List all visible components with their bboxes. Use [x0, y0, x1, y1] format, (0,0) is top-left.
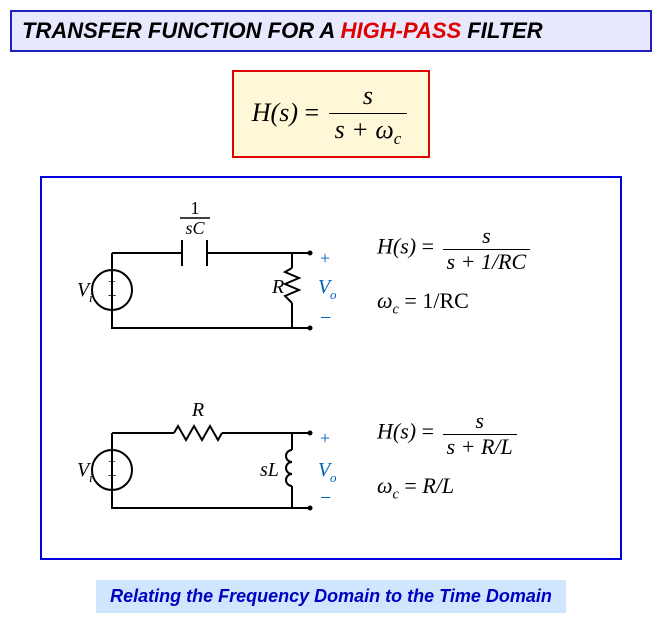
circuit-rl-math: H(s) = s s + R/L ωc = R/L	[377, 409, 520, 517]
rl-wc-eq: =	[399, 473, 422, 498]
rl-tf-lhs: H(s)	[377, 419, 416, 444]
svg-text:+: +	[320, 248, 330, 268]
formula-frac: s s + ωc	[329, 82, 408, 148]
rl-tf-num: s	[443, 409, 517, 434]
rc-wc-rhs: 1/RC	[422, 288, 468, 313]
title-pre: TRANSFER FUNCTION FOR A	[22, 18, 341, 43]
svg-text:1: 1	[191, 198, 200, 218]
svg-text:o: o	[330, 470, 337, 485]
rc-wc-omega: ω	[377, 288, 393, 313]
title-highlight: HIGH-PASS	[341, 18, 462, 43]
svg-text:i: i	[89, 290, 93, 305]
rl-tf-den: s + R/L	[443, 435, 517, 459]
svg-text:sL: sL	[260, 459, 279, 481]
page-title: TRANSFER FUNCTION FOR A HIGH-PASS FILTER	[22, 18, 543, 43]
rc-tf-num: s	[443, 224, 531, 249]
title-post: FILTER	[461, 18, 542, 43]
rl-tf-eq: =	[416, 419, 439, 444]
svg-text:+: +	[320, 428, 330, 448]
circuit-rc-wc: ωc = 1/RC	[377, 288, 533, 318]
rl-wc-omega: ω	[377, 473, 393, 498]
formula-row: H(s) = s s + ωc	[10, 70, 652, 176]
transfer-function-formula: H(s) = s s + ωc	[232, 70, 430, 158]
svg-text:R: R	[271, 276, 284, 298]
circuit-rc-svg: 1 sC V i + − R V o + −	[62, 198, 352, 358]
svg-text:R: R	[191, 399, 204, 421]
rl-tf-frac: s s + R/L	[443, 409, 517, 458]
circuit-rc-tf: H(s) = s s + 1/RC	[377, 224, 533, 273]
rc-tf-frac: s s + 1/RC	[443, 224, 531, 273]
formula-lhs: H(s)	[252, 98, 298, 127]
formula-den-omega: ω	[375, 115, 393, 144]
circuit-rl-svg: R V i + − sL V o + −	[62, 388, 352, 538]
title-box: TRANSFER FUNCTION FOR A HIGH-PASS FILTER	[10, 10, 652, 52]
svg-text:−: −	[107, 468, 116, 485]
formula-content: H(s) = s s + ωc	[252, 98, 410, 127]
rc-tf-eq: =	[416, 234, 439, 259]
formula-den-left: s +	[335, 115, 376, 144]
formula-den-sub: c	[394, 129, 402, 148]
svg-text:i: i	[89, 470, 93, 485]
rl-wc-rhs: R/L	[422, 473, 454, 498]
svg-text:−: −	[320, 307, 331, 329]
formula-den: s + ωc	[329, 114, 408, 149]
circuit-rl-wc: ωc = R/L	[377, 473, 520, 503]
circuit-rc-row: 1 sC V i + − R V o + − H(s) = s s + 1/RC	[62, 198, 600, 358]
rc-tf-den: s + 1/RC	[443, 250, 531, 274]
footer-row: Relating the Frequency Domain to the Tim…	[10, 580, 652, 613]
circuit-rc-math: H(s) = s s + 1/RC ωc = 1/RC	[377, 224, 533, 332]
rc-wc-eq: =	[399, 288, 422, 313]
formula-eq: =	[298, 98, 326, 127]
svg-text:−: −	[107, 288, 116, 305]
circuit-rl-tf: H(s) = s s + R/L	[377, 409, 520, 458]
rc-tf-lhs: H(s)	[377, 234, 416, 259]
circuits-box: 1 sC V i + − R V o + − H(s) = s s + 1/RC	[40, 176, 622, 560]
footer-text: Relating the Frequency Domain to the Tim…	[96, 580, 566, 613]
circuit-rl-row: R V i + − sL V o + − H(s) = s s + R/L ωc…	[62, 388, 600, 538]
svg-text:o: o	[330, 287, 337, 302]
formula-num: s	[329, 82, 408, 114]
svg-text:−: −	[320, 487, 331, 509]
svg-text:sC: sC	[185, 218, 205, 238]
